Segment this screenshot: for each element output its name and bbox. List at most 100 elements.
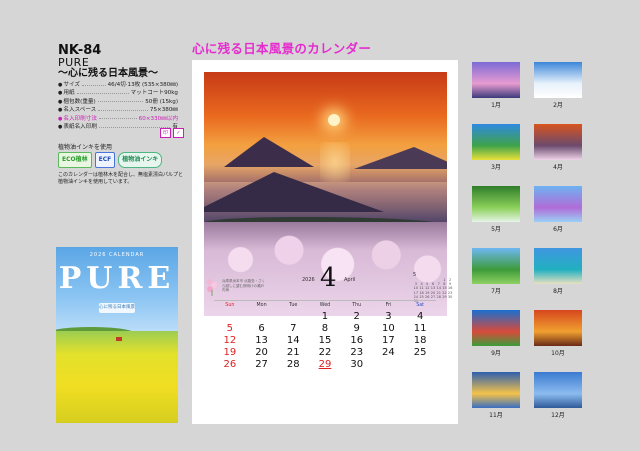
spec-row: 名入印刷寸法 60×330㎜以内 [58, 115, 178, 123]
cover-calendar-text: 2026 CALENDAR [89, 252, 145, 258]
month-thumbnail [472, 186, 520, 222]
eco-forest-badge: ECO植林 [58, 152, 92, 168]
calendar-month-number: 4 [320, 263, 337, 293]
month-thumbnail [534, 248, 582, 284]
thumbnail-label: 6月 [553, 226, 563, 233]
thumbnail-label: 8月 [553, 288, 563, 295]
thumbnail-label: 12月 [551, 412, 565, 419]
day-cell: 30 [350, 359, 364, 370]
thumbnail-label: 10月 [551, 350, 565, 357]
day-cell: 11 [413, 323, 427, 334]
spec-row: サイズ 46/4切·13枚 (535×380㎜) [58, 81, 178, 89]
cover-field [56, 331, 178, 423]
thumbnail-label: 3月 [491, 164, 501, 171]
week-row: 12 13 14 15 16 17 18 [214, 335, 436, 347]
day-cell: 20 [255, 347, 268, 358]
week-row: 5 6 7 8 9 10 11 [214, 323, 436, 335]
spec-key: サイズ [58, 81, 80, 89]
week-row: 1 2 3 4 [214, 311, 436, 323]
mountain [204, 172, 384, 212]
mountain [354, 147, 447, 169]
month-thumbnail [472, 372, 520, 408]
calendar-year: 2026 [302, 277, 315, 283]
day-cell: 16 [350, 335, 364, 346]
calendar-page: 兵庫県洲本市 淡路島・さくら越しに望む夜明けの瀬戸内海 2026 4 April… [192, 60, 458, 424]
product-subtitle: ～心に残る日本風景～ [58, 68, 158, 79]
spec-key: 用紙 [58, 89, 74, 97]
ink-label: 植物油インキを使用 [58, 144, 113, 151]
mini-day: 30 [447, 294, 453, 299]
month-thumbnail [472, 62, 520, 98]
spec-leader [82, 84, 106, 86]
day-cell [373, 359, 405, 371]
thumbnail-label: 4月 [553, 164, 563, 171]
calendar-cover: 2026 CALENDAR PURE 心に残る日本風景 [56, 247, 178, 423]
weekday-label: Thu [352, 303, 362, 308]
spec-leader [98, 118, 137, 120]
month-thumbnail [534, 310, 582, 346]
spec-row: 用紙 マットコート90kg [58, 89, 178, 97]
weeks: 1 2 3 4 5 6 7 8 9 10 11 12 13 14 15 16 17 18 19 20 21 22 23 24 2… [214, 311, 436, 371]
week-row: 19 20 21 22 23 24 25 [214, 347, 436, 359]
day-cell: 8 [321, 323, 329, 334]
check-icon: ✓ [173, 128, 184, 138]
spec-list: サイズ46/4切·13枚 (535×380㎜)用紙マットコート90kg梱包数(重… [58, 81, 178, 131]
week-row: 26 27 28 29 30 [214, 359, 436, 371]
day-cell: 26 [223, 359, 237, 370]
thumbnail-label: 5月 [491, 226, 501, 233]
photo-caption: 兵庫県洲本市 淡路島・さくら越しに望む夜明けの瀬戸内海 [222, 279, 266, 292]
spec-key: 名入印刷寸法 [58, 115, 97, 123]
weekday-label: Wed [319, 303, 331, 308]
weekday-label: Tue [289, 303, 298, 308]
vegetable-ink-badge: 植物油インキ [118, 152, 163, 168]
day-cell [277, 311, 309, 323]
ecf-badge: ECF [94, 152, 116, 168]
month-thumbnail [534, 372, 582, 408]
cover-title: PURE [58, 261, 176, 296]
day-cell: 14 [286, 335, 300, 346]
weekday-header: Sun Mon Tue Wed Thu Fri Sat [214, 300, 436, 311]
weekday-label: Mon [256, 303, 267, 308]
spec-row: 梱包数(重量) 50冊 (15kg) [58, 98, 178, 106]
day-cell: 21 [286, 347, 300, 358]
cover-house [116, 337, 122, 341]
day-cell [404, 359, 436, 371]
day-cell: 10 [382, 323, 395, 334]
flower-icon [207, 279, 217, 296]
day-cell: 27 [255, 359, 268, 370]
weekday-label: Fri [385, 303, 392, 308]
eco-badges: ECO植林 ECF 植物油インキ [58, 152, 163, 168]
print-icon: 印 [160, 128, 171, 138]
thumbnail-label: 11月 [489, 412, 503, 419]
day-cell: 18 [413, 335, 427, 346]
eco-note: このカレンダーは植林木を配合し、無塩素漂白パルプと植物油インキを使用しています。 [58, 172, 184, 185]
day-cell: 12 [223, 335, 237, 346]
day-cell: 9 [353, 323, 360, 334]
day-cell: 23 [350, 347, 364, 358]
day-cell: 25 [413, 347, 427, 358]
day-cell [246, 311, 278, 323]
month-thumbnail [472, 310, 520, 346]
month-grid: Sun Mon Tue Wed Thu Fri Sat 1 2 3 4 5 6 7 8 9 10 11 12 13 1… [214, 300, 436, 371]
thumbnail-label: 2月 [553, 102, 563, 109]
thumbnail-label: 7月 [491, 288, 501, 295]
day-cell: 2 [353, 311, 360, 322]
day-cell: 6 [258, 323, 265, 334]
spec-value: マットコート90kg [130, 90, 178, 97]
spec-key: 梱包数(重量) [58, 98, 95, 106]
thumbnail-label: 1月 [491, 102, 501, 109]
spec-leader [98, 109, 148, 111]
month-thumbnail [472, 124, 520, 160]
spec-value: 75×380㎜ [149, 107, 178, 114]
print-icons: 印 ✓ [160, 128, 184, 138]
mountain [224, 137, 314, 167]
weekday-label: Sun [225, 303, 235, 308]
day-cell: 29 [318, 359, 332, 370]
month-thumbnail [534, 186, 582, 222]
month-thumbnail [472, 248, 520, 284]
day-cell: 28 [286, 359, 300, 370]
sun-shape [328, 114, 340, 126]
day-cell: 17 [382, 335, 395, 346]
spec-key: 名入スペース [58, 106, 96, 114]
spec-row: 名入スペース 75×380㎜ [58, 106, 178, 114]
